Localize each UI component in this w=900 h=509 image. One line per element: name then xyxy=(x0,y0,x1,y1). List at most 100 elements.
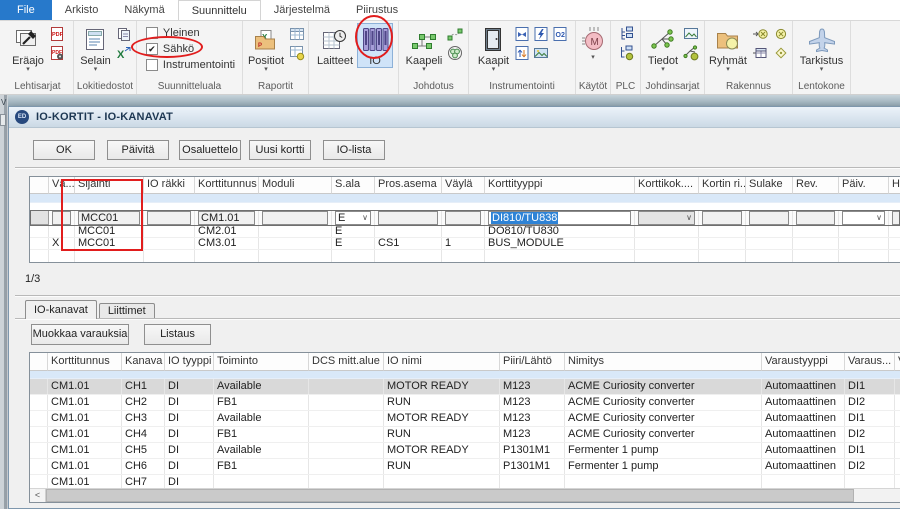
scrollbar-thumb[interactable] xyxy=(46,489,854,502)
report-export-icon[interactable] xyxy=(288,45,306,61)
cell[interactable] xyxy=(259,210,332,225)
column-header[interactable]: Korttitunnus xyxy=(195,177,259,194)
column-header[interactable] xyxy=(30,177,49,194)
column-header[interactable]: Päiv. xyxy=(839,177,889,194)
edit-field[interactable] xyxy=(147,211,191,225)
ribbon-button-eräajo[interactable]: Eräajo▾ xyxy=(9,23,47,74)
cell[interactable]: ACME Curiosity converter xyxy=(565,411,762,426)
object-circle-icon[interactable] xyxy=(772,26,790,42)
cell[interactable]: CH2 xyxy=(122,395,165,410)
cell[interactable] xyxy=(375,226,442,237)
cell[interactable]: ACME Curiosity converter xyxy=(565,395,762,410)
column-header[interactable]: Piiri/Lähtö xyxy=(500,353,565,371)
edit-field[interactable] xyxy=(702,211,742,225)
column-header[interactable]: Korttitunnus xyxy=(48,353,122,371)
cell[interactable] xyxy=(635,238,699,249)
ribbon-tab-piirustus[interactable]: Piirustus xyxy=(343,0,411,20)
route-icon[interactable] xyxy=(446,26,464,42)
cell[interactable] xyxy=(699,210,746,225)
dialog-button-osaluettelo[interactable]: Osaluettelo xyxy=(179,140,241,160)
dialog-button-io-lista[interactable]: IO-lista xyxy=(323,140,385,160)
cell[interactable]: MOTOR READY xyxy=(384,379,500,394)
column-header[interactable]: Hu xyxy=(889,177,900,194)
cell[interactable]: DI xyxy=(165,379,214,394)
column-header[interactable]: Toiminto xyxy=(214,353,309,371)
cell[interactable]: P1301M1 xyxy=(500,459,565,474)
ribbon-button-positiot[interactable]: XPPositiot▾ xyxy=(245,23,287,74)
ribbon-tab-järjestelmä[interactable]: Järjestelmä xyxy=(261,0,343,20)
cell[interactable] xyxy=(375,210,442,225)
column-header[interactable]: Korttityyppi xyxy=(485,177,635,194)
cell[interactable]: CM1.01 xyxy=(48,427,122,442)
edit-field[interactable] xyxy=(796,211,835,225)
cell[interactable]: RUN xyxy=(384,427,500,442)
edit-field[interactable] xyxy=(749,211,789,225)
cell[interactable] xyxy=(746,210,793,225)
cell[interactable] xyxy=(793,238,839,249)
cell[interactable]: CM1.01 xyxy=(48,395,122,410)
ribbon-button-tarkistus[interactable]: Tarkistus▾ xyxy=(797,23,846,74)
cell[interactable]: CM1.01 xyxy=(195,210,259,225)
combo-arrow-icon[interactable]: ∨ xyxy=(362,214,368,222)
column-header[interactable]: DCS mitt.alue xyxy=(309,353,384,371)
column-header[interactable]: IO nimi xyxy=(384,353,500,371)
cell[interactable]: MCC01 xyxy=(75,210,144,225)
cell[interactable] xyxy=(30,238,49,249)
ribbon-button-io[interactable]: IO xyxy=(357,23,393,68)
cell[interactable] xyxy=(144,226,195,237)
cell[interactable] xyxy=(895,443,900,458)
dialog-button-ok[interactable]: OK xyxy=(33,140,95,160)
cell[interactable]: DI1 xyxy=(845,411,895,426)
column-header[interactable]: Kortin ri... xyxy=(699,177,746,194)
cell[interactable]: FB1 xyxy=(214,459,309,474)
cell[interactable] xyxy=(30,459,48,474)
cell[interactable]: Available xyxy=(214,411,309,426)
cell[interactable] xyxy=(30,395,48,410)
cell[interactable] xyxy=(442,210,485,225)
column-header[interactable]: Sulake xyxy=(746,177,793,194)
cell[interactable] xyxy=(30,411,48,426)
column-header[interactable]: S.ala xyxy=(332,177,375,194)
harness-image-icon[interactable] xyxy=(682,26,700,42)
cell[interactable]: ∨ xyxy=(635,210,699,225)
ribbon-button-kaapit[interactable]: Kaapit▾ xyxy=(475,23,512,74)
table-row[interactable]: CM1.01CH2DIFB1RUNM123ACME Curiosity conv… xyxy=(30,395,900,411)
cell[interactable]: Automaattinen xyxy=(762,443,845,458)
edit-field[interactable] xyxy=(52,211,71,225)
ribbon-button-selain[interactable]: Selain▾ xyxy=(77,23,114,74)
cell[interactable] xyxy=(895,395,900,410)
cell[interactable]: CH3 xyxy=(122,411,165,426)
o2-doc-icon[interactable]: O2 xyxy=(551,26,569,42)
harness-settings-icon[interactable] xyxy=(682,45,700,61)
scroll-left-button[interactable]: < xyxy=(30,489,46,502)
cell[interactable] xyxy=(895,427,900,442)
cell[interactable]: DI xyxy=(165,459,214,474)
cell[interactable]: DI2 xyxy=(845,395,895,410)
column-header[interactable]: Sijainti xyxy=(75,177,144,194)
cell[interactable]: M123 xyxy=(500,427,565,442)
report-table-icon[interactable] xyxy=(288,26,306,42)
cell[interactable] xyxy=(309,427,384,442)
cell[interactable]: CM1.01 xyxy=(48,379,122,394)
cell[interactable]: DI xyxy=(165,427,214,442)
cell[interactable]: DI2 xyxy=(845,459,895,474)
cell[interactable]: Automaattinen xyxy=(762,379,845,394)
cell[interactable] xyxy=(49,210,75,225)
cell[interactable]: Available xyxy=(214,379,309,394)
cell[interactable] xyxy=(144,238,195,249)
cell[interactable]: Automaattinen xyxy=(762,459,845,474)
cell[interactable] xyxy=(746,238,793,249)
edit-field[interactable]: DI810/TU838 xyxy=(488,211,631,225)
edit-field[interactable] xyxy=(892,211,900,225)
column-header[interactable]: Pros.asema xyxy=(375,177,442,194)
combo-arrow-icon[interactable]: ∨ xyxy=(686,214,692,222)
column-header[interactable]: Väylä xyxy=(442,177,485,194)
cell[interactable] xyxy=(30,443,48,458)
table-row[interactable]: CM1.01CH4DIFB1RUNM123ACME Curiosity conv… xyxy=(30,427,900,443)
table-row[interactable]: XMCC01CM3.01ECS11BUS_MODULE xyxy=(30,238,900,250)
combo-arrow-icon[interactable]: ∨ xyxy=(876,214,882,222)
cell[interactable]: X xyxy=(49,238,75,249)
horizontal-scrollbar[interactable]: < xyxy=(30,488,900,502)
cell[interactable]: CM1.01 xyxy=(48,411,122,426)
combo-field[interactable]: ∨ xyxy=(638,211,695,225)
